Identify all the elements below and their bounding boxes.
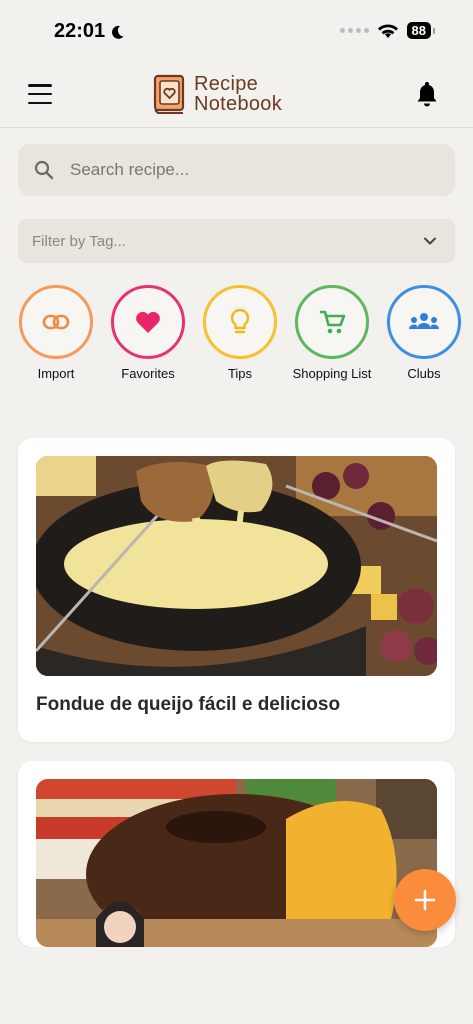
tips-button[interactable]: Tips	[202, 285, 278, 381]
lightbulb-icon	[230, 308, 250, 334]
clubs-circle	[387, 285, 461, 359]
shopping-list-label: Shopping List	[292, 366, 372, 381]
recipe-image	[36, 779, 437, 947]
import-button[interactable]: Import	[18, 285, 94, 381]
recipe-card[interactable]	[18, 761, 455, 947]
signal-icon	[339, 28, 369, 33]
quick-actions: Import Favorites Tips Shopping List Club…	[18, 285, 465, 400]
app-header: Recipe Notebook	[0, 62, 473, 128]
battery-indicator: 88	[406, 22, 436, 39]
chevron-down-icon	[424, 237, 436, 245]
tag-filter-placeholder: Filter by Tag...	[32, 232, 126, 250]
link-icon	[42, 314, 70, 330]
status-time-text: 22:01	[54, 20, 106, 42]
cart-icon	[319, 310, 346, 334]
recipe-card[interactable]: Fondue de queijo fácil e delicioso	[18, 438, 455, 742]
search-icon	[34, 160, 54, 180]
favorites-label: Favorites	[121, 366, 175, 381]
search-bar[interactable]	[18, 144, 455, 196]
clubs-label: Clubs	[407, 366, 441, 381]
brand-line1: Recipe	[194, 73, 259, 95]
favorites-button[interactable]: Favorites	[110, 285, 186, 381]
status-right: 88	[339, 22, 436, 39]
tag-filter-dropdown[interactable]: Filter by Tag...	[18, 219, 455, 263]
brand-line2: Notebook	[194, 93, 283, 115]
tips-circle	[203, 285, 277, 359]
wifi-icon	[377, 23, 398, 38]
group-icon	[409, 313, 439, 329]
status-time: 22:01	[54, 20, 125, 43]
search-input[interactable]	[70, 160, 410, 180]
plus-icon	[414, 889, 436, 911]
add-recipe-button[interactable]	[394, 869, 456, 931]
shopping-list-circle	[295, 285, 369, 359]
import-circle	[19, 285, 93, 359]
import-label: Import	[37, 366, 75, 381]
tips-label: Tips	[227, 366, 253, 381]
shopping-list-button[interactable]: Shopping List	[292, 285, 372, 381]
recipe-title: Fondue de queijo fácil e delicioso	[36, 694, 341, 715]
heart-icon	[136, 311, 160, 333]
moon-icon	[112, 25, 124, 39]
app-logo: Recipe Notebook	[152, 74, 282, 114]
brand-name: Recipe Notebook	[194, 74, 282, 114]
recipe-image	[36, 456, 437, 676]
notebook-heart-icon	[153, 74, 185, 114]
clubs-button[interactable]: Clubs	[386, 285, 462, 381]
bottom-area	[0, 947, 473, 1024]
menu-icon[interactable]	[28, 84, 52, 104]
status-bar: 22:01 88	[0, 0, 473, 62]
favorites-circle	[111, 285, 185, 359]
notification-bell-icon[interactable]	[415, 80, 439, 108]
